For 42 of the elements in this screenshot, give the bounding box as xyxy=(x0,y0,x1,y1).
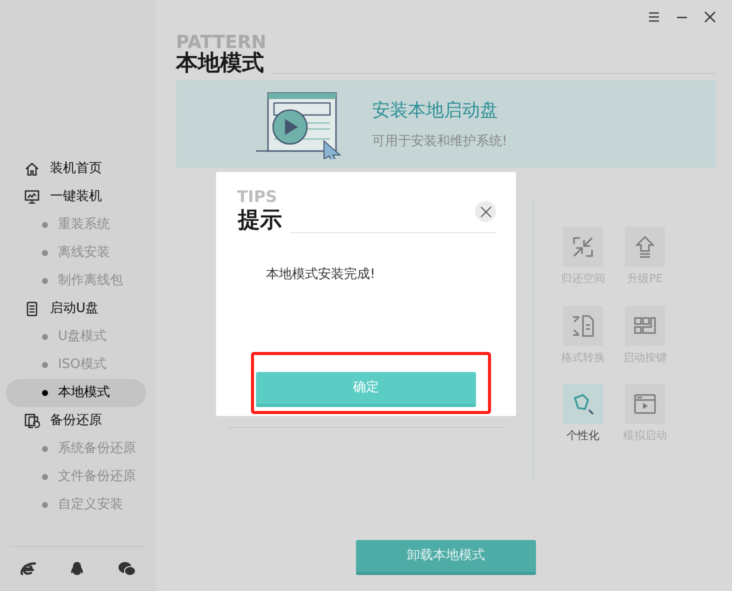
usb-drive-icon xyxy=(24,301,40,317)
tool-button[interactable] xyxy=(625,306,665,346)
tool-button[interactable] xyxy=(563,306,603,346)
sidebar-item[interactable]: 重装系统 xyxy=(6,211,146,239)
sidebar-item[interactable]: 系统备份还原 xyxy=(6,435,146,463)
close-icon xyxy=(480,206,492,218)
dialog-title: 提示 xyxy=(238,209,282,233)
restore-icon xyxy=(24,413,40,429)
close-button[interactable] xyxy=(475,201,496,222)
tool-label: 个性化 xyxy=(566,428,600,444)
page-title: 本地模式 xyxy=(176,50,264,78)
monitor-icon xyxy=(24,189,40,205)
sidebar-item[interactable]: 离线安装 xyxy=(6,239,146,267)
chat-bubbles-icon[interactable] xyxy=(118,561,136,577)
sidebar-item[interactable]: 备份还原 xyxy=(0,407,156,435)
sidebar-item[interactable]: ISO模式 xyxy=(6,351,146,379)
sidebar-item[interactable]: 文件备份还原 xyxy=(6,463,146,491)
banner-heading: 安装本地启动盘 xyxy=(372,98,499,123)
uninstall-button[interactable]: 卸载本地模式 xyxy=(356,540,536,575)
tool-button[interactable] xyxy=(625,227,665,267)
banner-subtitle: 可用于安装和维护系统! xyxy=(372,132,508,151)
sidebar-item[interactable]: 装机首页 xyxy=(0,155,156,183)
penguin-icon[interactable] xyxy=(69,561,85,577)
sidebar-item[interactable]: 一键装机 xyxy=(0,183,156,211)
tool-button[interactable] xyxy=(625,384,665,424)
sidebar-item[interactable]: U盘模式 xyxy=(6,323,146,351)
shrink-arrows-icon xyxy=(571,235,595,259)
dialog-message: 本地模式安装完成! xyxy=(266,266,376,284)
sidebar-item[interactable]: 启动U盘 xyxy=(0,295,156,323)
tool-button[interactable] xyxy=(563,227,603,267)
video-window-icon xyxy=(633,392,657,416)
menu-icon[interactable] xyxy=(648,11,660,23)
confirm-button[interactable]: 确定 xyxy=(256,372,476,407)
sidebar-item[interactable]: 制作离线包 xyxy=(6,267,146,295)
convert-document-icon xyxy=(571,314,595,338)
close-icon[interactable] xyxy=(704,11,716,23)
sidebar-item[interactable]: 自定义安装 xyxy=(6,491,146,519)
home-icon xyxy=(24,161,40,177)
browser-icon[interactable] xyxy=(20,561,36,577)
background-heading: TIPS xyxy=(237,191,278,203)
sidebar-item[interactable]: 本地模式 xyxy=(6,379,146,407)
upload-arrow-icon xyxy=(633,235,657,259)
